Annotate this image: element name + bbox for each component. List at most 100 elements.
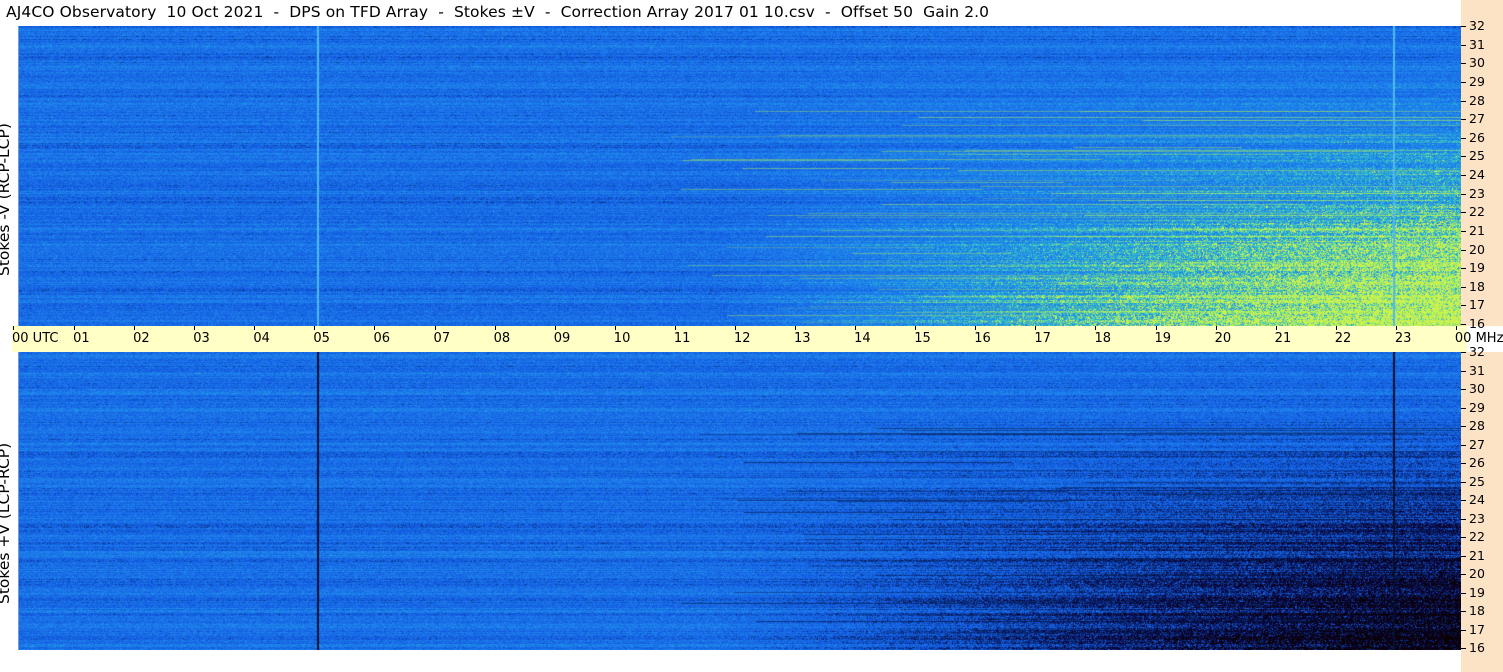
tick-label: 19 <box>1469 260 1485 276</box>
freq-tick-bottom-17: 17 <box>1461 621 1485 637</box>
freq-tick-top-22: 22 <box>1461 205 1485 219</box>
time-label-10: 10 <box>613 331 631 346</box>
freq-tick-top-17: 17 <box>1461 298 1485 312</box>
time-tick-mark <box>1035 326 1037 330</box>
tick-mark <box>1461 230 1466 232</box>
time-tick-mark <box>13 326 14 330</box>
time-tick-mark <box>254 326 256 330</box>
tick-label: 24 <box>1469 492 1485 507</box>
time-label-21: 21 <box>1274 331 1292 346</box>
time-label-17: 17 <box>1034 331 1051 346</box>
tick-mark <box>1461 629 1466 631</box>
tick-label: 28 <box>1469 92 1485 108</box>
freq-tick-top-28: 28 <box>1461 92 1485 108</box>
tick-label: 21 <box>1469 547 1485 563</box>
time-tick-mark <box>434 326 436 330</box>
tick-label: 24 <box>1469 167 1485 182</box>
time-label-16: 16 <box>974 331 991 346</box>
tick-mark <box>1461 463 1466 464</box>
freq-tick-top-29: 29 <box>1461 73 1485 89</box>
tick-label: 31 <box>1469 362 1485 378</box>
tick-mark <box>1461 500 1466 501</box>
freq-tick-bottom-27: 27 <box>1461 436 1485 452</box>
tick-mark <box>1461 574 1466 575</box>
freq-tick-bottom-30: 30 <box>1461 382 1485 396</box>
tick-mark <box>1461 156 1466 158</box>
freq-tick-bottom-18: 18 <box>1461 604 1485 618</box>
tick-mark <box>1461 305 1466 307</box>
time-label-07: 07 <box>433 331 451 346</box>
time-tick-mark <box>855 326 857 330</box>
tick-label: 17 <box>1469 621 1485 637</box>
freq-tick-top-31: 31 <box>1461 36 1485 52</box>
tick-mark <box>1461 352 1466 353</box>
time-label-start: 00 UTC <box>12 331 59 346</box>
tick-mark <box>1461 63 1466 65</box>
freq-tick-bottom-28: 28 <box>1461 419 1485 433</box>
tick-mark <box>1461 175 1466 176</box>
time-tick-mark <box>1215 326 1217 330</box>
tick-mark <box>1461 592 1466 594</box>
time-tick-mark <box>795 326 797 330</box>
tick-label: 27 <box>1469 111 1485 127</box>
time-tick-mark <box>314 326 316 330</box>
tick-label: 32 <box>1469 344 1485 359</box>
tick-mark <box>1461 648 1466 649</box>
freq-tick-top-30: 30 <box>1461 56 1485 70</box>
time-label-04: 04 <box>253 331 270 346</box>
tick-mark <box>1461 268 1466 270</box>
freq-tick-top-21: 21 <box>1461 223 1485 238</box>
spectrogram-image-top <box>19 26 1461 326</box>
panel-label-bottom: Stokes +V (LCP-RCP) <box>0 442 13 604</box>
time-tick-mark <box>1275 326 1277 330</box>
tick-mark <box>1461 481 1466 483</box>
time-tick-mark <box>1455 326 1457 330</box>
time-label-05: 05 <box>313 331 330 346</box>
spectrogram-panel-top <box>19 26 1461 326</box>
time-tick-mark <box>674 326 676 330</box>
time-tick-mark <box>554 326 556 330</box>
panel-label-top: Stokes -V (RCP-LCP) <box>0 123 13 276</box>
time-tick-mark <box>374 326 376 330</box>
tick-mark <box>1461 100 1466 102</box>
tick-label: 27 <box>1469 436 1485 452</box>
time-label-18: 18 <box>1094 331 1111 346</box>
time-tick-mark <box>134 326 136 330</box>
time-label-23: 23 <box>1394 331 1412 346</box>
tick-mark <box>1461 407 1466 409</box>
tick-label: 29 <box>1469 73 1485 89</box>
freq-tick-top-27: 27 <box>1461 112 1485 126</box>
time-tick-mark <box>734 326 736 330</box>
time-label-01: 01 <box>73 331 90 346</box>
time-label-13: 13 <box>794 331 811 346</box>
tick-mark <box>1461 444 1466 446</box>
time-label-22: 22 <box>1334 331 1352 346</box>
time-tick-mark <box>1155 326 1157 330</box>
tick-mark <box>1461 81 1466 83</box>
freq-tick-bottom-29: 29 <box>1461 399 1485 415</box>
time-tick-mark <box>614 326 616 330</box>
tick-mark <box>1461 518 1466 520</box>
time-tick-mark <box>494 326 496 330</box>
tick-label: 19 <box>1469 584 1485 600</box>
tick-label: 22 <box>1469 529 1485 544</box>
tick-label: 20 <box>1469 241 1485 257</box>
tick-label: 20 <box>1469 566 1485 581</box>
time-label-03: 03 <box>193 331 210 346</box>
time-label-11: 11 <box>673 331 691 346</box>
tick-label: 17 <box>1469 297 1485 313</box>
time-tick-mark <box>915 326 917 330</box>
tick-label: 31 <box>1469 36 1485 52</box>
freq-tick-top-32: 32 <box>1461 19 1485 33</box>
tick-mark <box>1461 193 1466 195</box>
freq-tick-top-19: 19 <box>1461 261 1485 275</box>
spectrogram-title: AJ4CO Observatory 10 Oct 2021 - DPS on T… <box>6 3 990 21</box>
tick-mark <box>1461 324 1466 325</box>
tick-label: 29 <box>1469 399 1485 415</box>
spectrogram-image-bottom <box>19 352 1461 650</box>
time-tick-mark <box>1095 326 1097 330</box>
time-tick-mark <box>194 326 196 330</box>
tick-mark <box>1461 249 1466 251</box>
time-label-15: 15 <box>914 331 931 346</box>
tick-mark <box>1461 389 1466 390</box>
